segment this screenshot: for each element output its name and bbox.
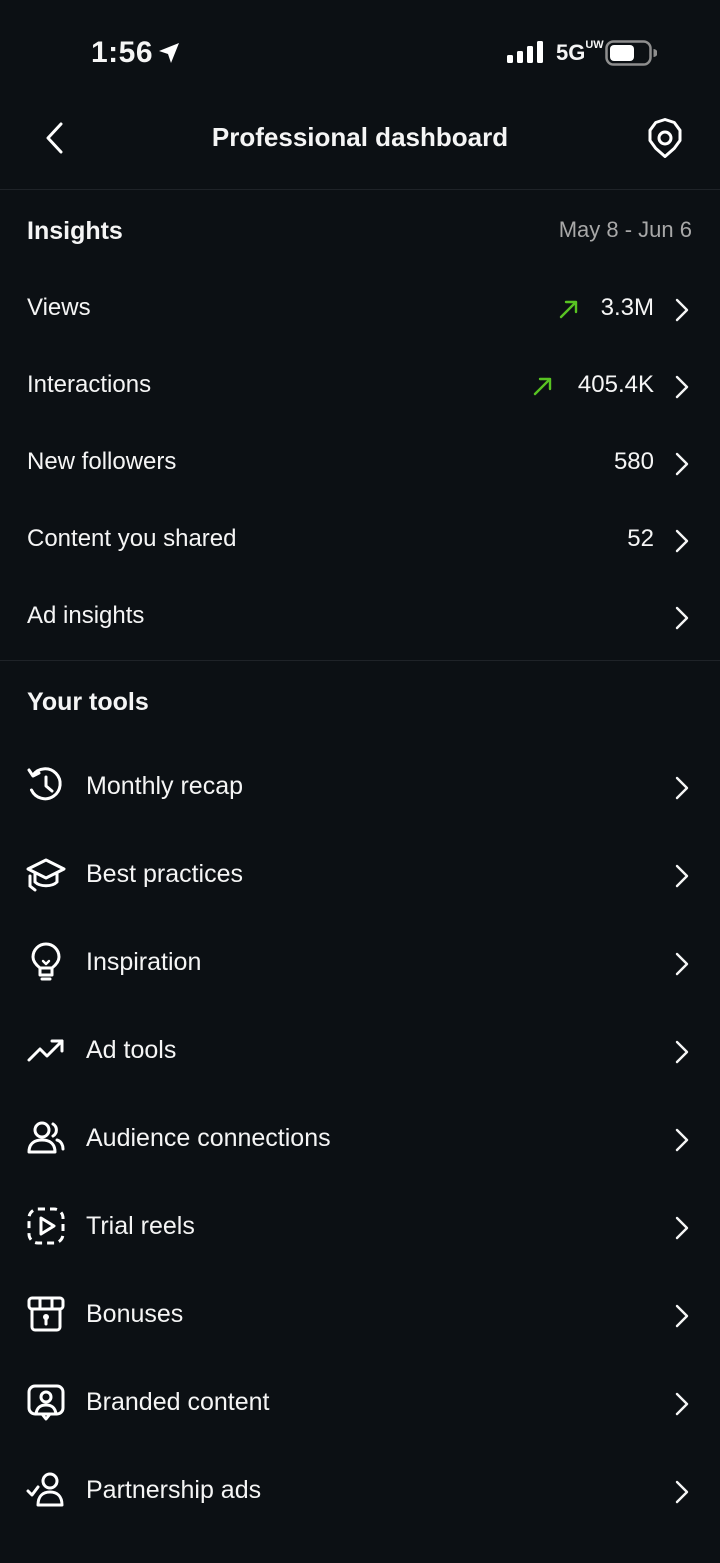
chevron-right-icon xyxy=(675,452,689,476)
tool-branded-content[interactable]: Branded content xyxy=(0,1358,720,1446)
metric-row-content-shared[interactable]: Content you shared 52 xyxy=(0,503,720,580)
metric-value: 52 xyxy=(627,525,654,552)
section-divider xyxy=(0,660,720,661)
metric-label: Ad insights xyxy=(27,602,145,629)
history-icon xyxy=(27,767,62,801)
tool-inspiration[interactable]: Inspiration xyxy=(0,918,720,1006)
chevron-right-icon xyxy=(675,1216,689,1240)
audience-icon xyxy=(27,1121,65,1154)
tools-title: Your tools xyxy=(27,688,149,716)
metric-label: Content you shared xyxy=(27,525,237,552)
metric-row-ad-insights[interactable]: Ad insights xyxy=(0,580,720,657)
nav-bar: Professional dashboard xyxy=(0,100,720,190)
chevron-right-icon xyxy=(675,1040,689,1064)
tool-best-practices[interactable]: Best practices xyxy=(0,830,720,918)
chevron-right-icon xyxy=(675,606,689,630)
metric-value: 3.3M xyxy=(600,294,654,321)
tool-audience-connections[interactable]: Audience connections xyxy=(0,1094,720,1182)
partnership-icon xyxy=(26,1472,64,1507)
tool-partnership-ads[interactable]: Partnership ads xyxy=(0,1446,720,1534)
chevron-right-icon xyxy=(675,1392,689,1416)
network-type: 5GUW xyxy=(556,39,604,66)
tools-header: Your tools xyxy=(0,670,720,740)
graduation-cap-icon xyxy=(26,858,66,892)
location-arrow-icon xyxy=(159,43,179,63)
tool-label: Trial reels xyxy=(86,1212,195,1240)
trend-up-icon xyxy=(559,300,578,319)
chevron-right-icon xyxy=(675,952,689,976)
chevron-right-icon xyxy=(675,1304,689,1328)
metric-row-new-followers[interactable]: New followers 580 xyxy=(0,426,720,503)
gift-box-icon xyxy=(27,1296,65,1332)
tool-label: Bonuses xyxy=(86,1300,184,1328)
trending-up-icon xyxy=(27,1039,64,1062)
tool-label: Inspiration xyxy=(86,948,202,976)
tool-monthly-recap[interactable]: Monthly recap xyxy=(0,742,720,830)
metric-value: 580 xyxy=(613,448,654,475)
tool-ad-tools[interactable]: Ad tools xyxy=(0,1006,720,1094)
chevron-right-icon xyxy=(675,375,689,399)
tool-label: Branded content xyxy=(86,1388,270,1416)
battery-icon xyxy=(605,40,657,66)
chevron-right-icon xyxy=(675,1128,689,1152)
tool-label: Monthly recap xyxy=(86,772,244,800)
branded-content-icon xyxy=(27,1384,65,1421)
tool-label: Best practices xyxy=(86,860,244,888)
chevron-right-icon xyxy=(675,298,689,322)
chevron-right-icon xyxy=(675,529,689,553)
date-range[interactable]: May 8 - Jun 6 xyxy=(559,217,692,243)
cellular-signal-icon xyxy=(507,41,543,63)
tool-label: Partnership ads xyxy=(86,1476,262,1504)
metric-label: New followers xyxy=(27,448,177,475)
status-bar: 1:56 5GUW xyxy=(0,0,720,100)
gear-icon xyxy=(648,118,682,158)
settings-button[interactable] xyxy=(644,117,686,159)
tool-label: Ad tools xyxy=(86,1036,177,1064)
status-time: 1:56 xyxy=(91,36,154,69)
metric-row-interactions[interactable]: Interactions 405.4K xyxy=(0,349,720,426)
metric-label: Interactions xyxy=(27,371,152,398)
chevron-right-icon xyxy=(675,1480,689,1504)
metric-row-views[interactable]: Views 3.3M xyxy=(0,272,720,349)
page-title: Professional dashboard xyxy=(211,122,509,152)
tool-bonuses[interactable]: Bonuses xyxy=(0,1270,720,1358)
lightbulb-icon xyxy=(31,942,61,981)
chevron-right-icon xyxy=(675,776,689,800)
chevron-right-icon xyxy=(675,864,689,888)
insights-header: Insights May 8 - Jun 6 xyxy=(0,190,720,272)
trial-reels-icon xyxy=(27,1207,65,1245)
metric-label: Views xyxy=(27,294,91,321)
trend-up-icon xyxy=(533,377,552,396)
metric-value: 405.4K xyxy=(577,371,654,398)
tool-label: Audience connections xyxy=(86,1124,331,1152)
tool-trial-reels[interactable]: Trial reels xyxy=(0,1182,720,1270)
insights-title: Insights xyxy=(27,217,123,245)
